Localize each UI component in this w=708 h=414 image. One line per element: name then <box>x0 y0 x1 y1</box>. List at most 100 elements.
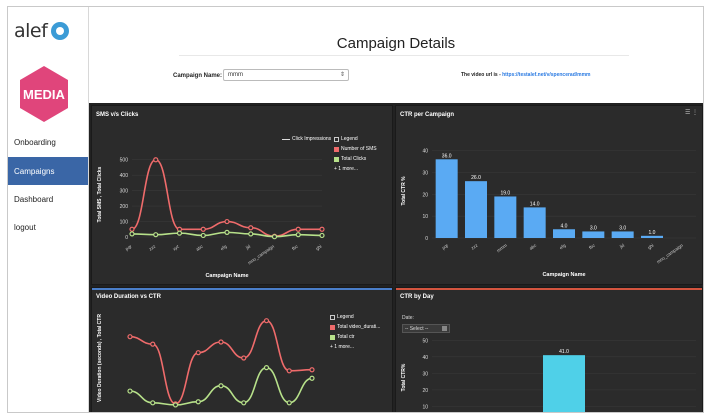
y-tick-label: 30 <box>422 170 428 176</box>
data-label: 3.0 <box>590 225 597 231</box>
y-tick-label: 30 <box>422 371 428 377</box>
chart-panel-ctr-by-day: CTR by Day Date: -- Select -- 10 20 30 40 50… <box>395 287 703 412</box>
x-tick-label: zzz <box>470 242 479 250</box>
legend-label: Click Impressions <box>292 136 332 142</box>
x-tick-label: zzz <box>148 243 157 251</box>
badge-text: MEDIA <box>23 87 66 102</box>
video-url-label: The video url is - <box>461 72 501 78</box>
dashboard-grid: SMS v/s Clicks 0 100 200 300 400 500 pqr zzz xyz… <box>89 103 703 412</box>
legend-label: Total ctr <box>337 334 355 340</box>
data-label: 14.0 <box>530 201 540 207</box>
legend-label: Number of SMS <box>341 146 377 152</box>
legend-more[interactable]: + 1 more... <box>330 344 354 350</box>
app-window: alef MEDIA Onboarding Campaigns Dashboar… <box>7 6 704 413</box>
data-point <box>241 400 247 406</box>
y-tick-label: 20 <box>422 388 428 394</box>
x-tick-label: jkl <box>618 243 625 250</box>
x-tick-label: ghi <box>315 244 323 252</box>
data-point <box>295 232 301 238</box>
data-label: 26.0 <box>471 175 481 181</box>
data-point <box>224 218 230 225</box>
data-point <box>319 226 325 232</box>
legend-item-video-duration[interactable]: Total video_durati... <box>330 324 380 330</box>
x-tick-label: efg <box>559 242 567 250</box>
sidebar-item-onboarding[interactable]: Onboarding <box>8 128 88 156</box>
data-point <box>153 157 159 163</box>
y-tick-label: 10 <box>422 214 428 220</box>
y-tick-label: 200 <box>120 204 129 210</box>
x-tick-label: mmm <box>496 243 508 254</box>
data-point <box>263 318 270 324</box>
data-label: 19.0 <box>500 190 510 196</box>
data-label: 41.0 <box>559 349 569 355</box>
x-tick-label: pqr <box>441 242 450 250</box>
data-point <box>200 232 206 239</box>
legend-checkbox-icon <box>334 156 339 162</box>
legend-header[interactable]: Legend <box>330 314 354 320</box>
series-line-0 <box>131 158 322 238</box>
data-point <box>127 334 133 340</box>
legend-item-total-ctr[interactable]: Total ctr <box>330 334 355 340</box>
data-label: 3.0 <box>619 225 626 231</box>
data-point <box>263 364 270 371</box>
data-label: 4.0 <box>561 223 568 229</box>
sidebar-item-dashboard[interactable]: Dashboard <box>8 185 88 213</box>
data-point <box>172 402 179 408</box>
sidebar-item-campaigns[interactable]: Campaigns <box>8 157 88 185</box>
x-tick-label: mno_campaign <box>247 243 275 265</box>
data-point <box>224 229 230 235</box>
data-point <box>248 225 254 231</box>
x-tick-label: xyz <box>172 243 181 251</box>
data-point <box>218 339 224 345</box>
sms-clicks-chart: 0 100 200 300 400 500 pqr zzz xyz abc efg jklmno_ca… <box>97 157 325 279</box>
legend-checkbox-icon <box>330 314 335 320</box>
legend-label: + 1 more... <box>334 166 359 172</box>
data-point <box>218 383 224 389</box>
campaign-name-select[interactable]: mmm ⇕ <box>223 69 349 81</box>
legend-click-impressions: Click Impressions <box>282 136 331 142</box>
data-point <box>200 226 206 232</box>
y-tick-label: 500 <box>120 158 129 164</box>
data-point <box>309 367 315 373</box>
legend-checkbox-icon <box>330 324 335 330</box>
bar <box>435 159 458 238</box>
legend-checkbox-icon <box>334 136 339 142</box>
data-point <box>153 232 159 238</box>
data-point <box>309 375 315 381</box>
data-point <box>150 341 156 347</box>
legend-checkbox-icon <box>330 334 335 340</box>
legend-item-clicks[interactable]: Total Clicks <box>334 156 366 162</box>
title-divider <box>179 55 629 56</box>
x-tick-label: efg <box>220 243 228 251</box>
data-point <box>129 226 135 232</box>
logo-text: alef <box>14 20 48 42</box>
y-tick-label: 100 <box>120 220 129 226</box>
data-point <box>286 368 292 374</box>
data-label: 1.0 <box>649 230 656 236</box>
ctr-per-campaign-chart: 0 10 20 30 40 36.0 pqr 26.0 zzz 19.0 mmm 14.0 abc 4.0… <box>401 149 696 278</box>
bar <box>641 235 663 238</box>
legend-more[interactable]: + 1 more... <box>334 166 358 172</box>
bar <box>523 207 546 238</box>
brand-logo[interactable]: alef <box>14 20 70 42</box>
legend-item-sms[interactable]: Number of SMS <box>334 146 377 152</box>
bar <box>611 231 634 238</box>
x-tick-label: ghi <box>647 243 655 251</box>
data-point <box>241 355 247 361</box>
y-tick-label: 0 <box>125 235 128 241</box>
y-axis-label: Total SMS , Total Clicks <box>97 166 103 222</box>
data-point <box>150 400 156 406</box>
sidebar-item-logout[interactable]: logout <box>8 213 88 241</box>
x-tick-label: abc <box>195 243 204 252</box>
x-axis-label: Campaign Name <box>205 273 248 279</box>
video-url-link[interactable]: https://testalef.net/v/spencerad/mmm <box>502 72 590 78</box>
legend-label: Total video_durati... <box>337 324 381 330</box>
y-tick-label: 400 <box>120 173 129 179</box>
data-point <box>248 231 254 237</box>
x-axis-label: Campaign Name <box>542 272 585 278</box>
select-caret-icon: ⇕ <box>339 72 345 78</box>
legend-label: Legend <box>337 314 354 320</box>
data-point <box>176 230 183 236</box>
legend-checkbox-icon <box>334 146 339 152</box>
legend-header[interactable]: Legend <box>334 136 358 142</box>
